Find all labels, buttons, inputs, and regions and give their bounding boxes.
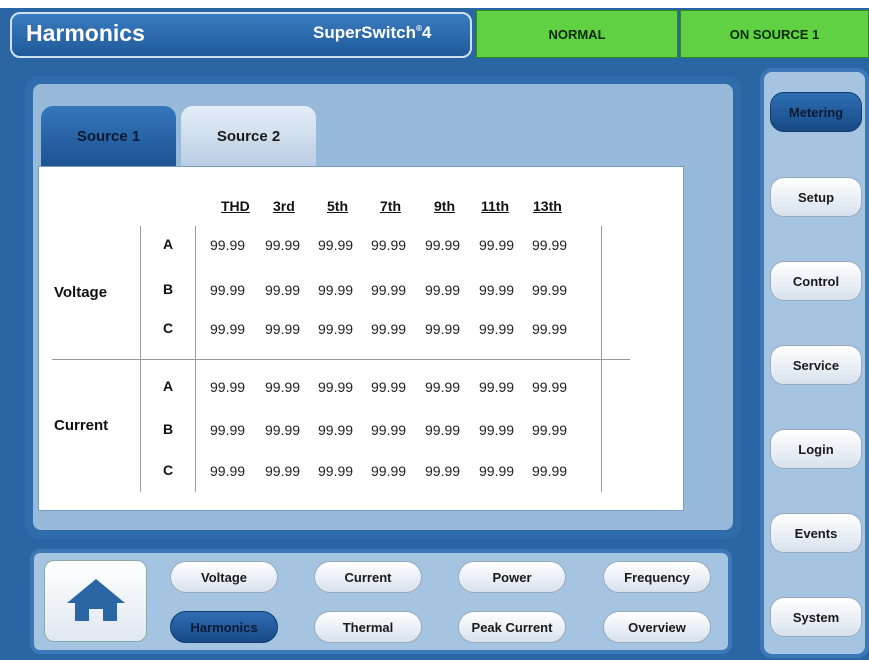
home-button[interactable] bbox=[44, 560, 147, 642]
table-cell: 99.99 bbox=[479, 422, 515, 438]
column-header-13th: 13th bbox=[533, 198, 562, 214]
sidebar-item-events[interactable]: Events bbox=[770, 513, 862, 553]
nav-harmonics-button[interactable]: Harmonics bbox=[170, 611, 278, 643]
column-header-thd: THD bbox=[221, 198, 250, 214]
table-cell: 99.99 bbox=[425, 379, 461, 395]
table-cell: 99.99 bbox=[265, 463, 301, 479]
table-cell: 99.99 bbox=[210, 463, 246, 479]
table-cell: 99.99 bbox=[318, 321, 354, 337]
table-cell: 99.99 bbox=[210, 321, 246, 337]
nav-frequency-button[interactable]: Frequency bbox=[603, 561, 711, 593]
table-cell: 99.99 bbox=[210, 379, 246, 395]
table-cell: 99.99 bbox=[318, 422, 354, 438]
brand-name: SuperSwitch bbox=[313, 23, 416, 42]
table-cell: 99.99 bbox=[318, 379, 354, 395]
phase-label: B bbox=[163, 281, 174, 297]
status-indicator: NORMAL bbox=[476, 10, 678, 58]
nav-peak-current-button[interactable]: Peak Current bbox=[458, 611, 566, 643]
table-cell: 99.99 bbox=[265, 282, 301, 298]
column-header-9th: 9th bbox=[434, 198, 455, 214]
nav-overview-button[interactable]: Overview bbox=[603, 611, 711, 643]
table-cell: 99.99 bbox=[265, 379, 301, 395]
table-cell: 99.99 bbox=[532, 463, 568, 479]
nav-current-button[interactable]: Current bbox=[314, 561, 422, 593]
sidebar-item-service[interactable]: Service bbox=[770, 345, 862, 385]
table-cell: 99.99 bbox=[425, 422, 461, 438]
phase-label: B bbox=[163, 421, 174, 437]
brand-suffix: 4 bbox=[421, 23, 432, 42]
column-header-3rd: 3rd bbox=[273, 198, 295, 214]
table-cell: 99.99 bbox=[425, 321, 461, 337]
table-cell: 99.99 bbox=[425, 237, 461, 253]
table-cell: 99.99 bbox=[479, 379, 515, 395]
table-cell: 99.99 bbox=[371, 463, 407, 479]
table-cell: 99.99 bbox=[479, 237, 515, 253]
home-icon bbox=[65, 575, 127, 628]
phase-label: A bbox=[163, 236, 174, 252]
table-cell: 99.99 bbox=[425, 463, 461, 479]
table-cell: 99.99 bbox=[532, 237, 568, 253]
phase-label: A bbox=[163, 378, 174, 394]
group-label-current: Current bbox=[54, 417, 109, 434]
nav-thermal-button[interactable]: Thermal bbox=[314, 611, 422, 643]
table-cell: 99.99 bbox=[210, 422, 246, 438]
source-indicator: ON SOURCE 1 bbox=[680, 10, 869, 58]
table-cell: 99.99 bbox=[318, 463, 354, 479]
sidebar-item-setup[interactable]: Setup bbox=[770, 177, 862, 217]
table-cell: 99.99 bbox=[371, 379, 407, 395]
phase-label: C bbox=[163, 462, 174, 478]
page-title: Harmonics bbox=[26, 20, 145, 46]
sidebar-item-system[interactable]: System bbox=[770, 597, 862, 637]
brand-logo: SuperSwitch®4 bbox=[313, 23, 431, 43]
table-cell: 99.99 bbox=[532, 321, 568, 337]
table-cell: 99.99 bbox=[265, 422, 301, 438]
table-cell: 99.99 bbox=[318, 282, 354, 298]
table-cell: 99.99 bbox=[425, 282, 461, 298]
table-cell: 99.99 bbox=[210, 237, 246, 253]
table-cell: 99.99 bbox=[210, 282, 246, 298]
group-label-voltage: Voltage bbox=[54, 284, 108, 301]
phase-label: C bbox=[163, 320, 174, 336]
column-header-7th: 7th bbox=[380, 198, 401, 214]
table-cell: 99.99 bbox=[371, 237, 407, 253]
sidebar-item-login[interactable]: Login bbox=[770, 429, 862, 469]
table-cell: 99.99 bbox=[371, 282, 407, 298]
table-cell: 99.99 bbox=[371, 321, 407, 337]
nav-power-button[interactable]: Power bbox=[458, 561, 566, 593]
table-cell: 99.99 bbox=[532, 422, 568, 438]
table-cell: 99.99 bbox=[479, 282, 515, 298]
table-cell: 99.99 bbox=[371, 422, 407, 438]
table-cell: 99.99 bbox=[265, 237, 301, 253]
table-cell: 99.99 bbox=[265, 321, 301, 337]
table-cell: 99.99 bbox=[532, 379, 568, 395]
sidebar-item-control[interactable]: Control bbox=[770, 261, 862, 301]
sidebar-item-metering[interactable]: Metering bbox=[770, 92, 862, 132]
column-header-5th: 5th bbox=[327, 198, 348, 214]
table-cell: 99.99 bbox=[479, 321, 515, 337]
harmonics-table bbox=[38, 166, 684, 511]
table-cell: 99.99 bbox=[479, 463, 515, 479]
group-divider bbox=[52, 359, 630, 360]
tab-source-1[interactable]: Source 1 bbox=[41, 106, 176, 166]
table-cell: 99.99 bbox=[532, 282, 568, 298]
nav-voltage-button[interactable]: Voltage bbox=[170, 561, 278, 593]
table-cell: 99.99 bbox=[318, 237, 354, 253]
tab-source-2[interactable]: Source 2 bbox=[181, 106, 316, 166]
column-header-11th: 11th bbox=[481, 198, 510, 214]
